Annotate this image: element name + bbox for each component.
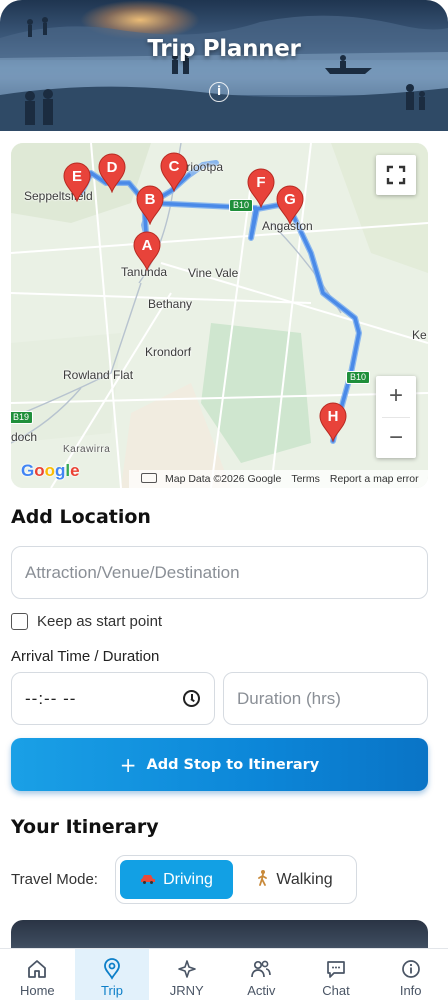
place-doch: doch — [11, 430, 38, 444]
nav-info[interactable]: Info — [373, 949, 448, 1000]
route-map[interactable]: Seppeltsfield Nuriootpa Tanunda Vine Val… — [11, 143, 428, 488]
nav-home[interactable]: Home — [0, 949, 75, 1000]
info-icon — [401, 960, 420, 978]
place-karawirra: Karawirra — [63, 444, 111, 455]
zoom-out-button[interactable]: − — [376, 418, 416, 459]
zoom-control: + − — [376, 376, 416, 458]
nav-info-label: Info — [399, 983, 422, 998]
travel-mode-label: Travel Mode: — [11, 871, 98, 888]
plus-icon: + — [119, 752, 137, 777]
mode-walking-label: Walking — [276, 870, 333, 888]
sparkle-icon — [177, 960, 196, 978]
keyboard-shortcuts-icon[interactable] — [141, 473, 157, 483]
place-krondorf: Krondorf — [145, 345, 192, 359]
page-title: Trip Planner — [147, 36, 301, 62]
map-marker-a[interactable]: A — [132, 231, 162, 271]
clock-icon[interactable] — [183, 690, 200, 707]
map-marker-h[interactable]: H — [318, 402, 348, 442]
mode-driving-button[interactable]: Driving — [120, 860, 233, 899]
place-vine-vale: Vine Vale — [188, 266, 239, 280]
add-stop-button[interactable]: + Add Stop to Itinerary — [11, 738, 428, 791]
place-ke: Ke — [412, 328, 427, 342]
nav-activ[interactable]: Activ — [224, 949, 299, 1000]
add-stop-label: Add Stop to Itinerary — [146, 756, 320, 773]
duration-input[interactable]: Duration (hrs) — [223, 672, 428, 725]
map-marker-c[interactable]: C — [159, 152, 189, 192]
google-logo: Google — [21, 461, 80, 480]
fullscreen-button[interactable] — [376, 155, 416, 195]
road-shield-b10-south: B10 — [346, 371, 371, 384]
walking-person-icon — [257, 870, 269, 889]
map-marker-e[interactable]: E — [62, 162, 92, 202]
nav-home-label: Home — [19, 983, 55, 998]
home-icon — [28, 960, 47, 978]
nav-trip-label: Trip — [101, 983, 123, 998]
itinerary-heading: Your Itinerary — [11, 816, 159, 838]
fullscreen-icon — [386, 165, 406, 185]
info-circle-icon[interactable]: i — [209, 82, 229, 102]
add-location-heading: Add Location — [11, 506, 151, 528]
arrival-duration-label: Arrival Time / Duration — [11, 648, 160, 665]
arrival-time-value: --:-- -- — [25, 688, 77, 708]
place-bethany: Bethany — [148, 297, 193, 311]
keep-start-label: Keep as start point — [37, 613, 163, 630]
chat-icon — [327, 961, 345, 978]
nav-chat-label: Chat — [322, 983, 350, 998]
keep-start-row[interactable]: Keep as start point — [11, 613, 162, 630]
mode-driving-label: Driving — [163, 870, 213, 888]
app-header: Trip Planner i — [0, 0, 448, 131]
destination-input[interactable]: Attraction/Venue/Destination — [11, 546, 428, 599]
car-icon — [140, 872, 156, 887]
bottom-navigation: Home Trip JRNY Activ Chat Info — [0, 948, 448, 1000]
nav-jrny-label: JRNY — [169, 983, 204, 998]
duration-placeholder: Duration (hrs) — [237, 688, 341, 708]
mode-walking-button[interactable]: Walking — [238, 860, 352, 899]
map-attribution: Map Data ©2026 Google Terms Report a map e… — [129, 470, 428, 488]
nav-jrny[interactable]: JRNY — [149, 949, 224, 1000]
place-rowland-flat: Rowland Flat — [63, 368, 134, 382]
arrival-time-input[interactable]: --:-- -- — [11, 672, 215, 725]
map-data-text: Map Data ©2026 Google — [165, 473, 282, 485]
terms-link[interactable]: Terms — [291, 473, 320, 485]
map-marker-d[interactable]: D — [97, 153, 127, 193]
people-icon — [251, 960, 272, 978]
destination-placeholder: Attraction/Venue/Destination — [25, 562, 240, 582]
header-landscape-illustration — [0, 15, 448, 131]
map-pin-icon — [104, 958, 120, 980]
nav-chat[interactable]: Chat — [299, 949, 374, 1000]
report-map-error-link[interactable]: Report a map error — [330, 473, 419, 485]
zoom-in-button[interactable]: + — [376, 376, 416, 417]
nav-activ-label: Activ — [247, 983, 276, 998]
map-marker-f[interactable]: F — [246, 168, 276, 208]
travel-mode-toggle: Driving Walking — [115, 855, 357, 904]
road-shield-b19: B19 — [11, 411, 34, 424]
keep-start-checkbox[interactable] — [11, 613, 28, 630]
nav-trip[interactable]: Trip — [74, 949, 150, 1000]
map-marker-g[interactable]: G — [275, 185, 305, 225]
